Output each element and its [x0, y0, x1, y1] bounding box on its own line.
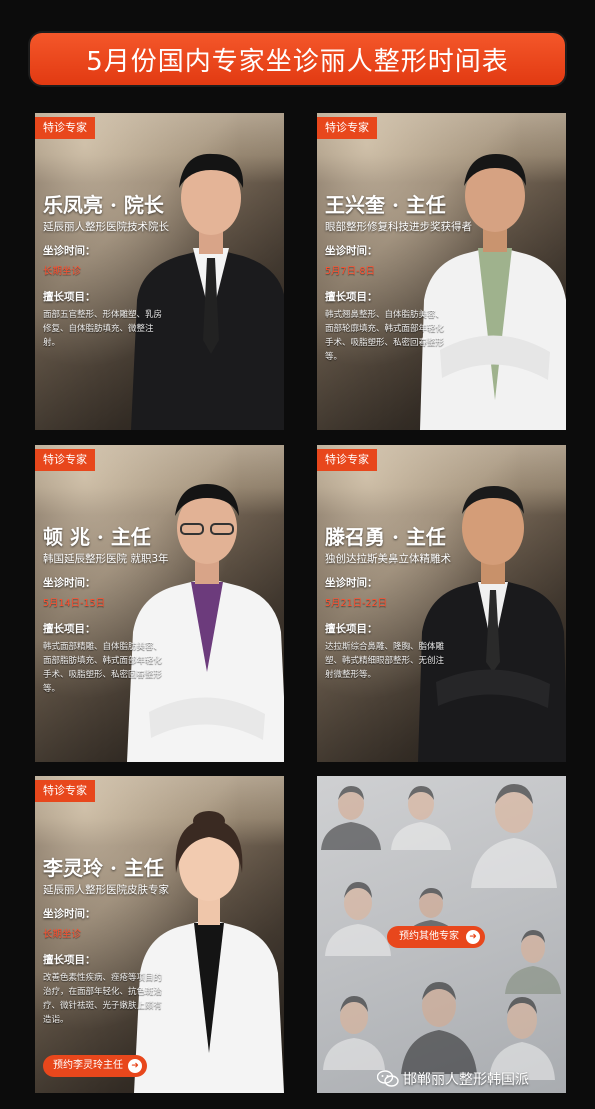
arrow-right-icon: ➜ — [128, 1059, 142, 1073]
watermark-text: 邯郸丽人整形韩国派 — [403, 1072, 529, 1088]
expert-thumbnail — [505, 930, 561, 994]
expert-tag: 特诊专家 — [35, 117, 95, 139]
book-other-experts-button[interactable]: 预约其他专家 ➜ — [387, 926, 485, 948]
consult-time: 长期坐诊 — [43, 929, 82, 940]
expert-card-3[interactable]: 特诊专家 顿 兆 · 主任 韩国延辰整形医院 就职3年 坐诊时间： 5月14日-… — [35, 445, 284, 762]
time-label: 坐诊时间： — [43, 908, 96, 920]
specialty-label: 擅长项目： — [325, 623, 378, 635]
expert-thumbnail — [489, 997, 555, 1080]
expert-thumbnail — [391, 786, 451, 850]
specialty-text: 改善色素性疾病、痤疮等项目的治疗，在面部年轻化、抗色斑治疗、微针祛斑、光子嫩肤上… — [43, 973, 163, 1025]
expert-portrait — [420, 154, 566, 430]
specialty-label: 擅长项目： — [325, 291, 378, 303]
consult-time: 5月21日-22日 — [325, 598, 388, 609]
book-button-label: 预约其他专家 — [399, 931, 459, 942]
expert-thumbnail — [401, 982, 477, 1074]
expert-card-1[interactable]: 特诊专家 乐凤亮 · 院长 延辰丽人整形医院技术院长 坐诊时间： 长期坐诊 擅长… — [35, 113, 284, 430]
consult-time: 5月7日-8日 — [325, 266, 376, 277]
expert-portrait — [131, 153, 284, 430]
specialty-label: 擅长项目： — [43, 291, 96, 303]
expert-card-5[interactable]: 特诊专家 李灵玲 · 主任 延辰丽人整形医院皮肤专家 坐诊时间： 长期坐诊 擅长… — [35, 776, 284, 1093]
expert-name: 滕召勇 · 主任 — [325, 525, 446, 549]
expert-subtitle: 延辰丽人整形医院皮肤专家 — [43, 884, 169, 896]
account-watermark: 邯郸丽人整形韩国派 — [377, 1068, 529, 1090]
expert-subtitle: 独创达拉斯美鼻立体精雕术 — [325, 553, 451, 565]
specialty-text: 达拉斯综合鼻雕、隆胸、脂体雕塑、韩式精细眼部整形、无创注射微整形等。 — [325, 642, 445, 680]
book-expert-button[interactable]: 预约李灵玲主任 ➜ — [43, 1055, 147, 1077]
time-label: 坐诊时间： — [43, 245, 96, 257]
arrow-right-icon: ➜ — [466, 930, 480, 944]
expert-portrait — [127, 484, 284, 762]
expert-thumbnail — [321, 786, 381, 850]
specialty-text: 面部五官整形、形体雕塑、乳房修复、自体脂肪填充、微整注射。 — [43, 310, 163, 348]
expert-name: 顿 兆 · 主任 — [43, 525, 151, 549]
expert-portrait — [134, 811, 284, 1093]
specialty-text: 韩式翘鼻整形、自体脂肪美容、面部轮廓填充、韩式面部年轻化手术、吸脂塑形、私密回春… — [325, 310, 445, 362]
expert-thumbnail — [471, 784, 557, 888]
expert-card-2[interactable]: 特诊专家 王兴奎 · 主任 眼部整形修复科技进步奖获得者 坐诊时间： 5月7日-… — [317, 113, 566, 430]
specialty-label: 擅长项目： — [43, 623, 96, 635]
specialty-text: 韩式面部精雕、自体脂肪美容、面部脂肪填充、韩式面部年轻化手术、吸脂塑形、私密回春… — [43, 642, 163, 694]
expert-tag: 特诊专家 — [35, 780, 95, 802]
expert-thumbnail — [325, 882, 391, 956]
time-label: 坐诊时间： — [325, 577, 378, 589]
consult-time: 5月14日-15日 — [43, 598, 106, 609]
expert-thumbnail — [323, 996, 385, 1070]
book-button-label: 预约李灵玲主任 — [53, 1060, 123, 1071]
expert-tag: 特诊专家 — [35, 449, 95, 471]
other-experts-card[interactable]: 预约其他专家 ➜ — [317, 776, 566, 1093]
expert-subtitle: 眼部整形修复科技进步奖获得者 — [325, 221, 472, 233]
consult-time: 长期坐诊 — [43, 266, 82, 277]
expert-tag: 特诊专家 — [317, 449, 377, 471]
expert-card-4[interactable]: 特诊专家 滕召勇 · 主任 独创达拉斯美鼻立体精雕术 坐诊时间： 5月21日-2… — [317, 445, 566, 762]
wechat-icon — [377, 1070, 399, 1087]
expert-name: 王兴奎 · 主任 — [325, 193, 446, 217]
expert-portrait — [418, 486, 566, 762]
page-title: 5月份国内专家坐诊丽人整形时间表 — [30, 33, 565, 85]
expert-subtitle: 延辰丽人整形医院技术院长 — [43, 221, 169, 233]
time-label: 坐诊时间： — [325, 245, 378, 257]
expert-name: 李灵玲 · 主任 — [43, 856, 164, 880]
expert-subtitle: 韩国延辰整形医院 就职3年 — [43, 553, 169, 565]
time-label: 坐诊时间： — [43, 577, 96, 589]
specialty-label: 擅长项目： — [43, 954, 96, 966]
expert-tag: 特诊专家 — [317, 117, 377, 139]
expert-name: 乐凤亮 · 院长 — [43, 193, 164, 217]
